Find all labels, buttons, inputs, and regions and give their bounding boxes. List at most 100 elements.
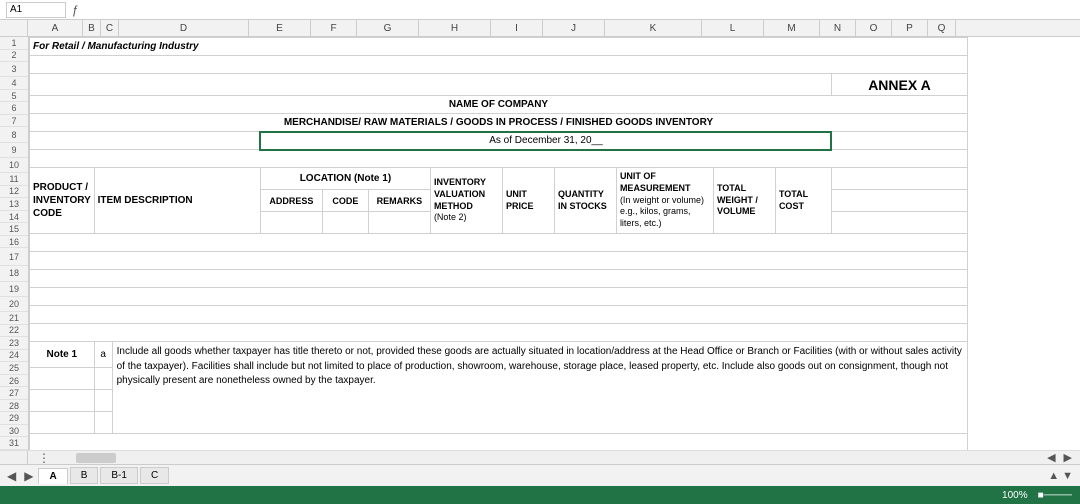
header-product-code[interactable]: PRODUCT / INVENTORY CODE: [30, 168, 95, 234]
row14-empty[interactable]: [30, 288, 968, 306]
horizontal-scrollbar[interactable]: ⋮ ◀ ▶: [0, 450, 1080, 464]
row13-empty[interactable]: [30, 270, 968, 288]
row15-empty[interactable]: [30, 306, 968, 324]
col-header-o[interactable]: O: [856, 20, 892, 36]
row-num-10: 10: [0, 158, 28, 173]
header-total-cost[interactable]: TOTAL COST: [775, 168, 831, 234]
header-code[interactable]: CODE: [322, 190, 368, 212]
row-num-18: 18: [0, 266, 28, 281]
tab-nav-next[interactable]: ▶: [21, 469, 36, 483]
row-num-20: 20: [0, 297, 28, 312]
col-header-n[interactable]: N: [820, 20, 856, 36]
status-right: 100% ■────: [1002, 490, 1072, 501]
row2-empty[interactable]: [30, 56, 968, 74]
tab-nav-prev[interactable]: ◀: [4, 469, 19, 483]
row6-empty-left[interactable]: [30, 132, 261, 150]
col-header-q[interactable]: Q: [928, 20, 956, 36]
row18-a-empty[interactable]: [30, 368, 95, 390]
row6-empty-right[interactable]: [831, 132, 967, 150]
row8-right-empty[interactable]: [831, 168, 967, 190]
header-unit-price[interactable]: UNIT PRICE: [502, 168, 554, 234]
col-header-c[interactable]: C: [101, 20, 119, 36]
scroll-thumb[interactable]: [76, 453, 116, 463]
note1-label[interactable]: Note 1: [30, 342, 95, 368]
col-header-a[interactable]: A: [28, 20, 83, 36]
row-num-28: 28: [0, 400, 28, 413]
row3-empty-left[interactable]: [30, 74, 832, 96]
company-name-label[interactable]: NAME OF COMPANY: [30, 96, 968, 114]
row10-address-empty[interactable]: [260, 212, 322, 234]
row21-empty[interactable]: [30, 434, 968, 451]
cells-area[interactable]: For Retail / Manufacturing Industry ANNE…: [29, 37, 1080, 450]
header-location[interactable]: LOCATION (Note 1): [260, 168, 430, 190]
table-row: MERCHANDISE/ RAW MATERIALS / GOODS IN PR…: [30, 114, 968, 132]
header-address[interactable]: ADDRESS: [260, 190, 322, 212]
annex-title[interactable]: ANNEX A: [831, 74, 967, 96]
col-header-h[interactable]: H: [419, 20, 491, 36]
col-header-b[interactable]: B: [83, 20, 101, 36]
row12-empty[interactable]: [30, 252, 968, 270]
row-num-31: 31: [0, 437, 28, 450]
table-row: Note 1 a Include all goods whether taxpa…: [30, 342, 968, 368]
row-num-19: 19: [0, 282, 28, 297]
row10-right-empty[interactable]: [831, 212, 967, 234]
scroll-right-btn[interactable]: ▶: [1060, 451, 1076, 464]
table-row: NAME OF COMPANY: [30, 96, 968, 114]
row-num-1: 1: [0, 37, 28, 50]
row1-title[interactable]: For Retail / Manufacturing Industry: [30, 38, 968, 56]
sheet-tab-a[interactable]: A: [38, 468, 67, 484]
row-num-21: 21: [0, 312, 28, 325]
header-total-weight[interactable]: TOTAL WEIGHT / VOLUME: [713, 168, 775, 234]
table-row: For Retail / Manufacturing Industry: [30, 38, 968, 56]
row20-b-empty[interactable]: [94, 412, 112, 434]
name-box[interactable]: A1: [6, 2, 66, 18]
col-header-d[interactable]: D: [119, 20, 249, 36]
scroll-left-btn[interactable]: ◀: [1043, 451, 1059, 464]
col-header-i[interactable]: I: [491, 20, 543, 36]
row-num-17: 17: [0, 248, 28, 266]
note1-a-label[interactable]: a: [94, 342, 112, 368]
header-unit-measurement[interactable]: UNIT OF MEASUREMENT (In weight or volume…: [616, 168, 713, 234]
sheet-tab-c[interactable]: C: [140, 467, 169, 484]
row11-empty[interactable]: [30, 234, 968, 252]
row19-b-empty[interactable]: [94, 390, 112, 412]
col-header-k[interactable]: K: [605, 20, 702, 36]
row10-code-empty[interactable]: [322, 212, 368, 234]
corner-cell: [0, 20, 28, 36]
page-up-btn[interactable]: ▲: [1048, 470, 1059, 482]
row18-b-empty[interactable]: [94, 368, 112, 390]
col-header-m[interactable]: M: [764, 20, 820, 36]
row-num-26: 26: [0, 375, 28, 388]
row20-a-empty[interactable]: [30, 412, 95, 434]
row-num-24: 24: [0, 350, 28, 363]
row-num-27: 27: [0, 387, 28, 400]
col-header-f[interactable]: F: [311, 20, 357, 36]
table-row: [30, 306, 968, 324]
header-inventory-method[interactable]: INVENTORY VALUATION METHOD (Note 2): [430, 168, 502, 234]
row-num-8: 8: [0, 127, 28, 142]
sheet-tab-b[interactable]: B: [70, 467, 99, 484]
header-item-desc[interactable]: ITEM DESCRIPTION: [94, 168, 260, 234]
col-header-e[interactable]: E: [249, 20, 311, 36]
as-of-cell[interactable]: As of December 31, 20__: [260, 132, 831, 150]
row10-remarks-empty[interactable]: [368, 212, 430, 234]
row16-empty[interactable]: [30, 324, 968, 342]
column-headers-row: A B C D E F G H I J K L M N O P Q: [0, 20, 1080, 37]
col-header-g[interactable]: G: [357, 20, 419, 36]
row9-right-empty[interactable]: [831, 190, 967, 212]
row-num-13: 13: [0, 198, 28, 211]
col-header-p[interactable]: P: [892, 20, 928, 36]
sheet-tab-b1[interactable]: B-1: [100, 467, 138, 484]
header-qty-stocks[interactable]: QUANTITY IN STOCKS: [554, 168, 616, 234]
subtitle-row[interactable]: MERCHANDISE/ RAW MATERIALS / GOODS IN PR…: [30, 114, 968, 132]
col-header-j[interactable]: J: [543, 20, 605, 36]
row7-empty[interactable]: [30, 150, 968, 168]
page-down-btn[interactable]: ▼: [1059, 470, 1076, 482]
table-row: As of December 31, 20__: [30, 132, 968, 150]
header-remarks[interactable]: REMARKS: [368, 190, 430, 212]
formula-icon: ƒ: [72, 3, 79, 17]
col-header-l[interactable]: L: [702, 20, 764, 36]
zoom-slider[interactable]: ■────: [1038, 490, 1072, 501]
row-numbers: 1 2 3 4 5 6 7 8 9 10 11 12 13 14 15 16 1…: [0, 37, 29, 450]
row19-a-empty[interactable]: [30, 390, 95, 412]
